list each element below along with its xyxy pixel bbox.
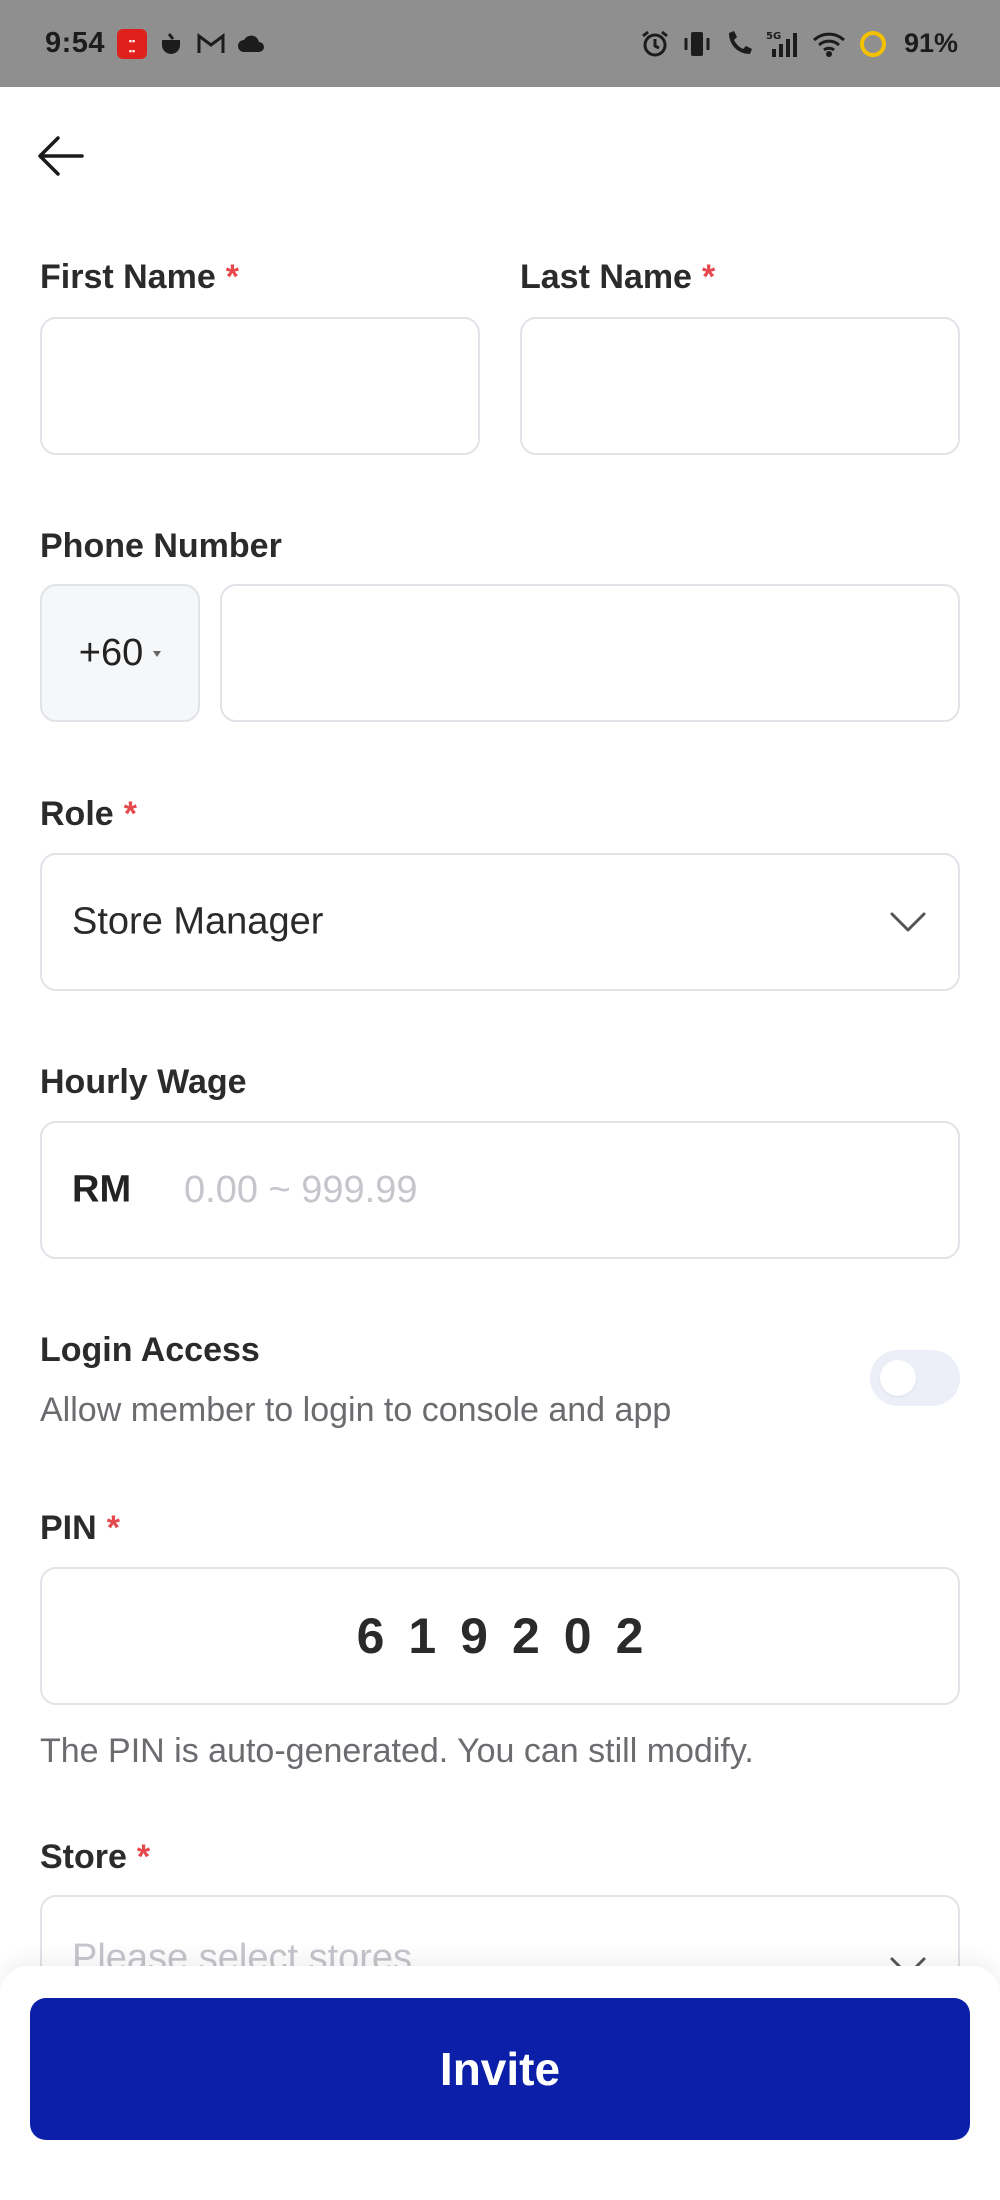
store-label-text: Store — [40, 1838, 127, 1876]
caret-down-icon — [153, 651, 162, 657]
role-select[interactable]: Store Manager — [40, 853, 960, 991]
wage-input-wrapper — [164, 1123, 958, 1257]
battery-percent: 91% — [903, 28, 958, 58]
phone-number-field[interactable] — [220, 584, 960, 722]
hourly-wage-input[interactable] — [164, 1123, 958, 1257]
hourly-wage-field[interactable]: RM — [40, 1121, 960, 1259]
alarm-icon — [640, 29, 670, 59]
login-access-toggle[interactable] — [870, 1350, 960, 1406]
required-mark: * — [136, 1838, 151, 1876]
role-label: Role * — [40, 795, 137, 834]
wifi-calling-icon — [724, 29, 754, 59]
svg-text:5G: 5G — [766, 31, 781, 42]
last-name-input[interactable] — [522, 319, 958, 453]
login-access-description: Allow member to login to console and app — [40, 1391, 672, 1429]
battery-icon — [858, 29, 888, 59]
hourly-wage-label: Hourly Wage — [40, 1063, 247, 1102]
country-code-value: +60 — [78, 631, 144, 674]
status-bar-right: 5G 91% — [640, 28, 958, 59]
hourly-wage-label-text: Hourly Wage — [40, 1063, 247, 1101]
currency-prefix: RM — [72, 1168, 132, 1211]
phone-number-label: Phone Number — [40, 527, 282, 566]
first-name-label: First Name * — [40, 258, 239, 297]
country-code-select[interactable]: +60 — [40, 584, 200, 722]
arrow-left-icon — [38, 136, 84, 176]
gmail-icon — [197, 32, 225, 55]
status-time: 9:54 — [45, 27, 106, 59]
login-access-label: Login Access — [40, 1331, 260, 1370]
status-bar: 9:54 ▪▪ ▪▪ 5G 91% — [0, 0, 1000, 87]
pin-field[interactable]: 619202 — [40, 1567, 960, 1705]
invite-button[interactable]: Invite — [30, 1998, 970, 2140]
phone-number-label-text: Phone Number — [40, 527, 282, 565]
pin-hint: The PIN is auto-generated. You can still… — [40, 1732, 754, 1770]
status-bar-left: 9:54 ▪▪ ▪▪ — [45, 27, 265, 60]
last-name-label-text: Last Name — [520, 258, 692, 296]
store-label: Store * — [40, 1838, 150, 1877]
signal-5g-icon: 5G — [766, 29, 800, 59]
chevron-down-icon — [890, 912, 926, 932]
last-name-label: Last Name * — [520, 258, 715, 297]
first-name-input[interactable] — [42, 319, 478, 453]
first-name-field[interactable] — [40, 317, 480, 455]
required-mark: * — [106, 1509, 120, 1547]
role-selected-value: Store Manager — [72, 900, 324, 943]
wifi-icon — [812, 30, 846, 58]
required-mark: * — [123, 795, 137, 833]
cloud-icon — [237, 34, 265, 54]
last-name-field[interactable] — [520, 317, 960, 455]
vibrate-icon — [682, 29, 712, 59]
app-notification-icon: ▪▪ ▪▪ — [117, 28, 148, 59]
back-button[interactable] — [30, 130, 90, 182]
pin-value[interactable]: 619202 — [42, 1607, 958, 1665]
required-mark: * — [225, 258, 239, 296]
phone-number-input[interactable] — [222, 586, 958, 720]
login-access-label-text: Login Access — [40, 1331, 260, 1369]
required-mark: * — [701, 258, 716, 296]
pin-label-text: PIN — [40, 1509, 97, 1547]
toggle-knob — [880, 1360, 916, 1396]
first-name-label-text: First Name — [40, 258, 216, 296]
role-label-text: Role — [40, 795, 114, 833]
pin-label: PIN * — [40, 1509, 120, 1548]
bottom-action-panel: Invite — [0, 1966, 1000, 2200]
cup-icon — [159, 31, 185, 57]
